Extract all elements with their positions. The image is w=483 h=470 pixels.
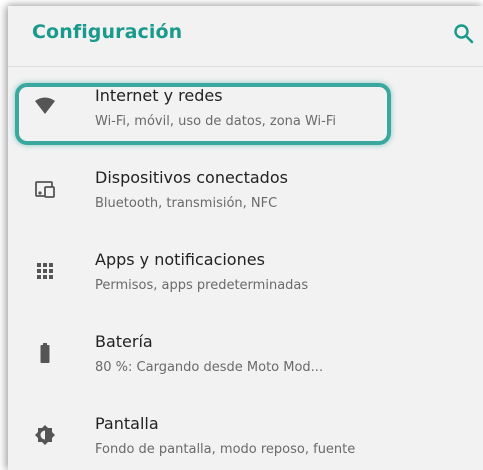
- settings-item-title: Internet y redes: [95, 86, 223, 105]
- settings-item-connected-devices[interactable]: Dispositivos conectados Bluetooth, trans…: [8, 150, 483, 232]
- settings-item-subtitle: Bluetooth, transmisión, NFC: [95, 196, 278, 211]
- settings-item-title: Apps y notificaciones: [95, 250, 265, 269]
- appbar-divider: [8, 66, 483, 67]
- settings-item-battery[interactable]: Batería 80 %: Cargando desde Moto Mod...: [8, 314, 483, 396]
- settings-item-title: Dispositivos conectados: [95, 168, 288, 187]
- settings-item-apps[interactable]: Apps y notificaciones Permisos, apps pre…: [8, 232, 483, 314]
- settings-item-network[interactable]: Internet y redes Wi-Fi, móvil, uso de da…: [8, 68, 483, 150]
- settings-item-display[interactable]: Pantalla Fondo de pantalla, modo reposo,…: [8, 396, 483, 470]
- settings-item-subtitle: Permisos, apps predeterminadas: [95, 278, 309, 293]
- devices-icon: [34, 178, 56, 200]
- search-button[interactable]: [452, 22, 476, 46]
- settings-item-subtitle: Wi-Fi, móvil, uso de datos, zona Wi-Fi: [95, 114, 336, 129]
- settings-item-subtitle: 80 %: Cargando desde Moto Mod...: [95, 360, 324, 375]
- apps-grid-icon: [34, 260, 56, 282]
- brightness-icon: [34, 424, 56, 446]
- settings-item-subtitle: Fondo de pantalla, modo reposo, fuente: [95, 442, 356, 457]
- wifi-icon: [34, 96, 56, 118]
- settings-screen: Configuración Internet y redes Wi-Fi, mó…: [8, 6, 483, 470]
- settings-item-title: Pantalla: [95, 414, 159, 433]
- app-bar: Configuración: [8, 6, 483, 64]
- settings-list: Internet y redes Wi-Fi, móvil, uso de da…: [8, 68, 483, 470]
- search-icon: [454, 24, 474, 44]
- settings-item-title: Batería: [95, 332, 153, 351]
- page-title: Configuración: [32, 21, 183, 43]
- battery-icon: [34, 342, 56, 364]
